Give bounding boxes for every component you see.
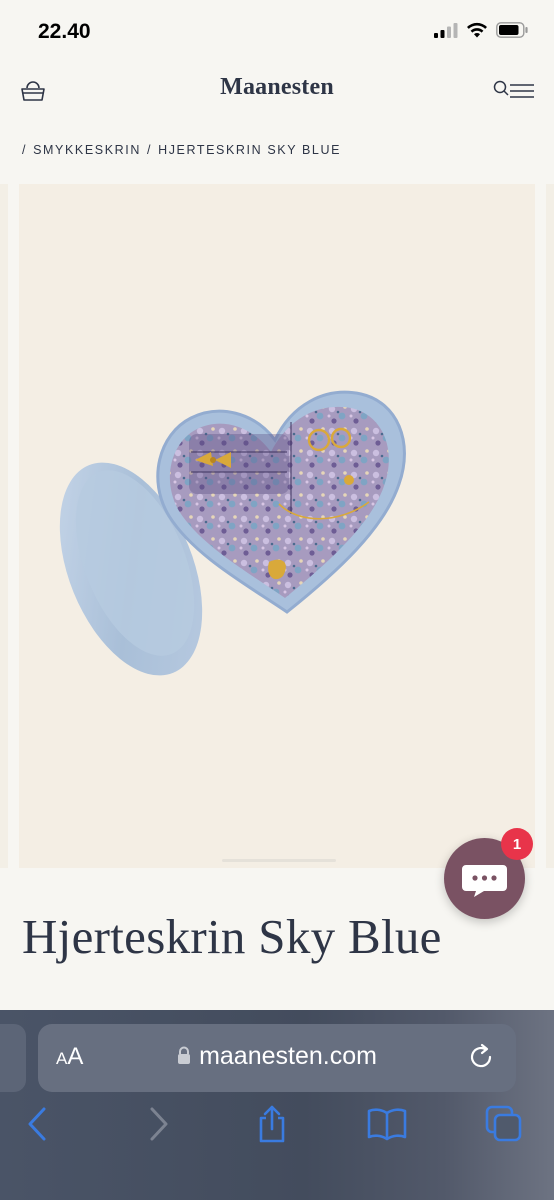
previous-tab-edge[interactable] — [0, 1024, 26, 1092]
bookmarks-icon[interactable] — [365, 1102, 409, 1146]
tabs-icon[interactable] — [482, 1102, 526, 1146]
wifi-icon — [467, 22, 487, 38]
search-menu-icon[interactable] — [492, 78, 536, 106]
gallery-prev-slide-edge[interactable] — [0, 184, 8, 868]
site-logo[interactable]: Maanesten — [0, 74, 554, 101]
breadcrumb-item-smykkeskrin[interactable]: SMYKKESKRIN — [33, 143, 141, 157]
breadcrumb-item-current: HJERTESKRIN SKY BLUE — [158, 143, 342, 157]
forward-icon[interactable] — [136, 1102, 180, 1146]
chat-notification-badge: 1 — [501, 828, 533, 860]
gallery-next-slide-edge[interactable] — [546, 184, 554, 868]
address-bar[interactable]: AA maanesten.com — [38, 1024, 516, 1092]
gallery-slide[interactable] — [19, 184, 535, 868]
status-bar: 22.40 — [0, 0, 554, 62]
breadcrumb-separator: / — [22, 143, 28, 157]
reload-icon[interactable] — [466, 1042, 496, 1077]
battery-icon — [496, 22, 528, 38]
lock-icon — [178, 1046, 191, 1064]
share-icon[interactable] — [250, 1102, 294, 1146]
status-time: 22.40 — [38, 20, 91, 43]
url-text: maanesten.com — [199, 1042, 377, 1070]
site-header: Maanesten — [0, 62, 554, 122]
breadcrumb: / SMYKKESKRIN / HJERTESKRIN SKY BLUE — [22, 143, 341, 157]
gallery-scroll-indicator — [222, 859, 336, 862]
status-icons — [434, 22, 528, 38]
signal-icon — [434, 23, 458, 38]
breadcrumb-separator: / — [146, 143, 153, 157]
back-icon[interactable] — [16, 1102, 60, 1146]
product-image — [59, 390, 406, 676]
url-display[interactable]: maanesten.com — [38, 1042, 516, 1071]
product-gallery[interactable] — [0, 184, 554, 868]
